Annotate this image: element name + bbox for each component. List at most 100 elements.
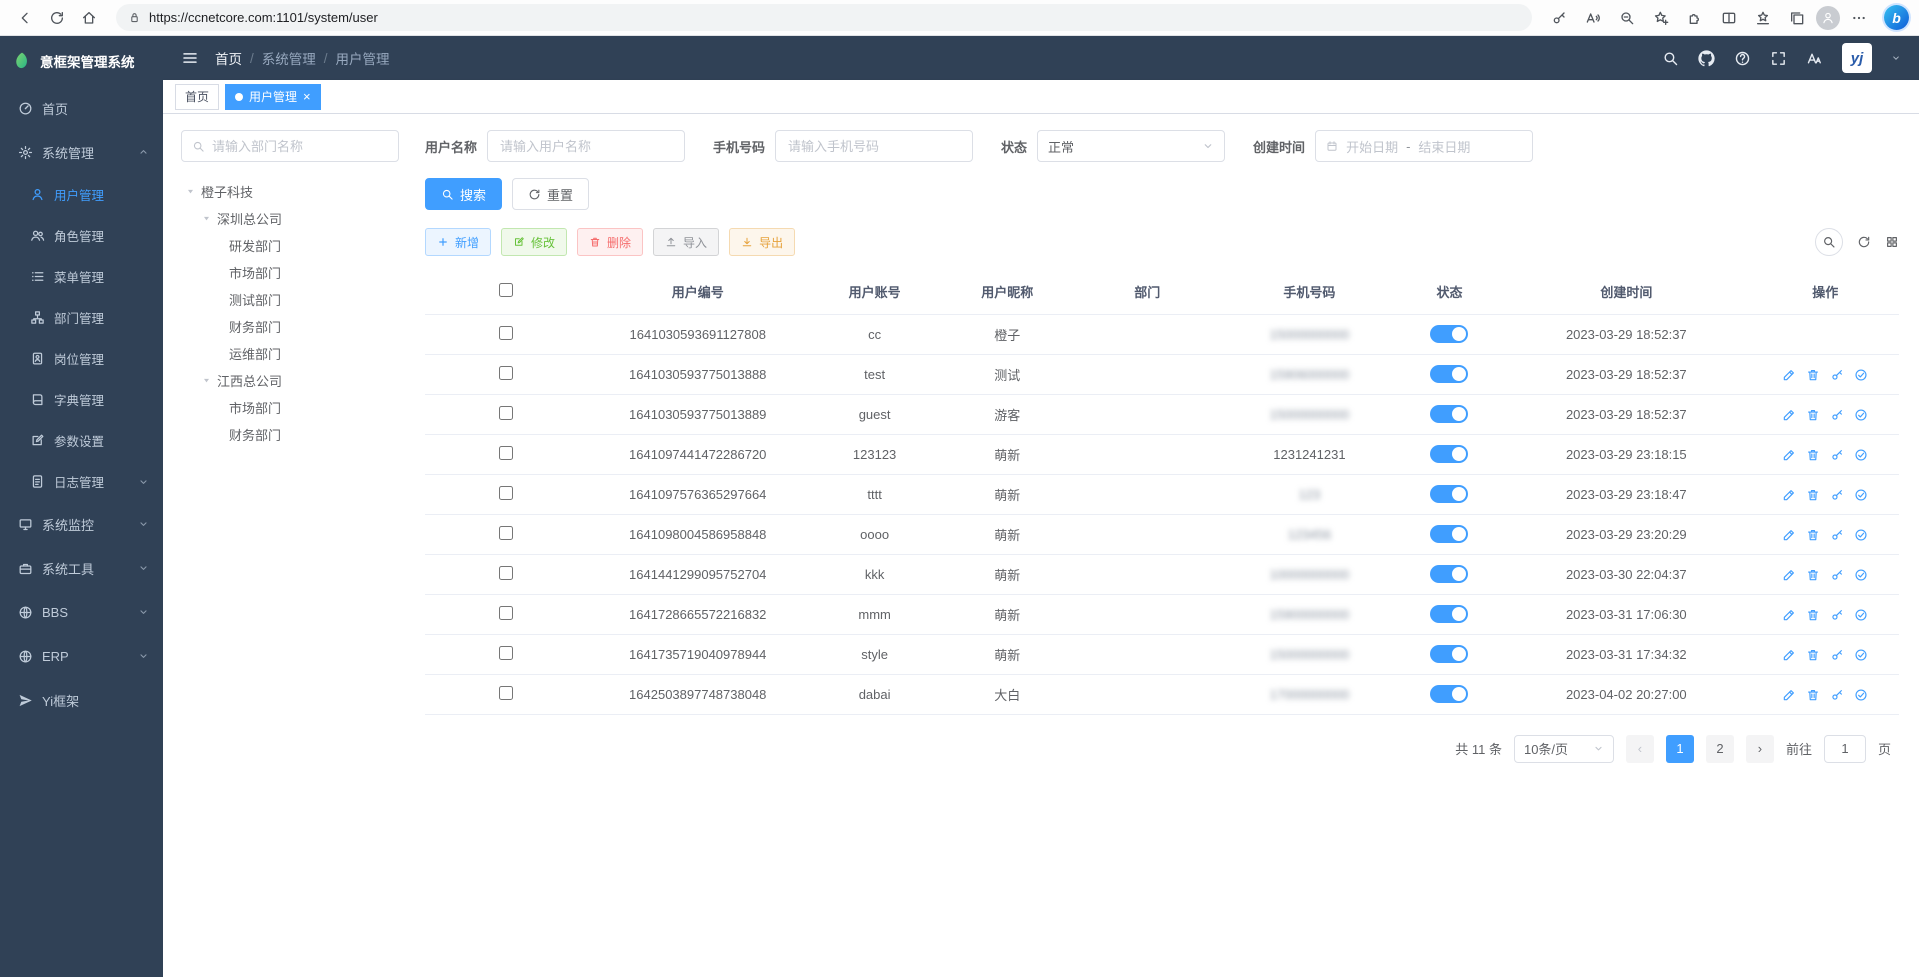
table-refresh-button[interactable] xyxy=(1857,235,1871,249)
edit-icon[interactable] xyxy=(1782,448,1796,462)
sidebar-group-bbs[interactable]: BBS xyxy=(0,590,163,634)
reset-password-icon[interactable] xyxy=(1830,448,1844,462)
browser-home-button[interactable] xyxy=(74,4,104,32)
status-toggle[interactable] xyxy=(1430,605,1468,623)
assign-role-icon[interactable] xyxy=(1854,368,1868,382)
avatar-caret-icon[interactable] xyxy=(1891,53,1901,63)
split-screen-icon[interactable] xyxy=(1714,4,1744,32)
select-all-checkbox[interactable] xyxy=(499,283,513,297)
sidebar-item-param-settings[interactable]: 参数设置 xyxy=(0,420,163,461)
page-size-select[interactable]: 10条/页 xyxy=(1514,735,1614,763)
table-row[interactable]: 1641097576365297664 tttt 萌新 123 2023-03-… xyxy=(425,474,1899,514)
caret-down-icon[interactable] xyxy=(201,213,212,224)
sidebar-group-system-tools[interactable]: 系统工具 xyxy=(0,546,163,590)
table-row[interactable]: 1642503897748738048 dabai 大白 17000000000… xyxy=(425,674,1899,714)
column-settings-button[interactable] xyxy=(1885,235,1899,249)
copilot-icon[interactable]: b xyxy=(1884,5,1909,30)
breadcrumb-system[interactable]: 系统管理 xyxy=(262,48,316,68)
tree-node-company[interactable]: 橙子科技 xyxy=(181,178,399,205)
row-checkbox[interactable] xyxy=(499,486,513,500)
edit-icon[interactable] xyxy=(1782,608,1796,622)
delete-icon[interactable] xyxy=(1806,528,1820,542)
prev-page-button[interactable]: ‹ xyxy=(1626,735,1654,763)
reset-password-icon[interactable] xyxy=(1830,488,1844,502)
table-row[interactable]: 1641030593775013889 guest 游客 15000000000… xyxy=(425,394,1899,434)
search-icon[interactable] xyxy=(1662,50,1679,67)
assign-role-icon[interactable] xyxy=(1854,408,1868,422)
edit-icon[interactable] xyxy=(1782,488,1796,502)
sidebar-group-erp[interactable]: ERP xyxy=(0,634,163,678)
reset-password-icon[interactable] xyxy=(1830,648,1844,662)
import-button[interactable]: 导入 xyxy=(653,228,719,256)
browser-profile-avatar[interactable] xyxy=(1816,6,1840,30)
row-checkbox[interactable] xyxy=(499,606,513,620)
table-row[interactable]: 1641098004586958848 oooo 萌新 123456 2023-… xyxy=(425,514,1899,554)
assign-role-icon[interactable] xyxy=(1854,568,1868,582)
assign-role-icon[interactable] xyxy=(1854,648,1868,662)
edit-icon[interactable] xyxy=(1782,368,1796,382)
delete-icon[interactable] xyxy=(1806,408,1820,422)
tree-node-dept[interactable]: 研发部门 xyxy=(181,232,399,259)
read-aloud-icon[interactable] xyxy=(1578,4,1608,32)
tree-node-dept[interactable]: 财务部门 xyxy=(181,421,399,448)
delete-icon[interactable] xyxy=(1806,568,1820,582)
sidebar-group-system-management[interactable]: 系统管理 xyxy=(0,130,163,174)
tree-node-dept[interactable]: 市场部门 xyxy=(181,394,399,421)
delete-icon[interactable] xyxy=(1806,608,1820,622)
sidebar-item-menu-management[interactable]: 菜单管理 xyxy=(0,256,163,297)
sidebar-group-log-management[interactable]: 日志管理 xyxy=(0,461,163,502)
delete-icon[interactable] xyxy=(1806,448,1820,462)
caret-down-icon[interactable] xyxy=(185,186,196,197)
tab-user-management[interactable]: 用户管理 × xyxy=(225,84,321,110)
row-checkbox[interactable] xyxy=(499,326,513,340)
dept-search-input[interactable] xyxy=(212,139,388,154)
edit-icon[interactable] xyxy=(1782,528,1796,542)
more-icon[interactable] xyxy=(1844,4,1874,32)
reset-password-icon[interactable] xyxy=(1830,608,1844,622)
edit-button[interactable]: 修改 xyxy=(501,228,567,256)
reset-password-icon[interactable] xyxy=(1830,408,1844,422)
sidebar-item-home[interactable]: 首页 xyxy=(0,86,163,130)
table-row[interactable]: 1641728665572216832 mmm 萌新 15900000000 2… xyxy=(425,594,1899,634)
status-toggle[interactable] xyxy=(1430,445,1468,463)
tree-node-dept[interactable]: 运维部门 xyxy=(181,340,399,367)
user-avatar[interactable]: yj xyxy=(1842,43,1872,73)
status-toggle[interactable] xyxy=(1430,565,1468,583)
next-page-button[interactable]: › xyxy=(1746,735,1774,763)
reset-button[interactable]: 重置 xyxy=(512,178,589,210)
date-range-picker[interactable]: 开始日期 - 结束日期 xyxy=(1315,130,1533,162)
row-checkbox[interactable] xyxy=(499,686,513,700)
sidebar-group-system-monitor[interactable]: 系统监控 xyxy=(0,502,163,546)
reset-password-icon[interactable] xyxy=(1830,688,1844,702)
sidebar-item-yi-framework[interactable]: Yi框架 xyxy=(0,678,163,722)
status-select[interactable]: 正常 xyxy=(1037,130,1225,162)
collections-icon[interactable] xyxy=(1782,4,1812,32)
assign-role-icon[interactable] xyxy=(1854,488,1868,502)
table-row[interactable]: 1641441299095752704 kkk 萌新 10000000000 2… xyxy=(425,554,1899,594)
key-icon[interactable] xyxy=(1544,4,1574,32)
edit-icon[interactable] xyxy=(1782,568,1796,582)
back-button[interactable] xyxy=(10,4,40,32)
search-button[interactable]: 搜索 xyxy=(425,178,502,210)
add-button[interactable]: 新增 xyxy=(425,228,491,256)
toggle-search-button[interactable] xyxy=(1815,228,1843,256)
status-toggle[interactable] xyxy=(1430,645,1468,663)
sidebar-item-role-management[interactable]: 角色管理 xyxy=(0,215,163,256)
page-button-1[interactable]: 1 xyxy=(1666,735,1694,763)
sidebar-item-dept-management[interactable]: 部门管理 xyxy=(0,297,163,338)
row-checkbox[interactable] xyxy=(499,566,513,580)
refresh-button[interactable] xyxy=(42,4,72,32)
status-toggle[interactable] xyxy=(1430,405,1468,423)
edit-icon[interactable] xyxy=(1782,648,1796,662)
page-button-2[interactable]: 2 xyxy=(1706,735,1734,763)
close-tab-icon[interactable]: × xyxy=(303,90,311,103)
row-checkbox[interactable] xyxy=(499,646,513,660)
edit-icon[interactable] xyxy=(1782,688,1796,702)
add-favorite-icon[interactable] xyxy=(1646,4,1676,32)
delete-icon[interactable] xyxy=(1806,368,1820,382)
favorites-bar-icon[interactable] xyxy=(1748,4,1778,32)
assign-role-icon[interactable] xyxy=(1854,528,1868,542)
phone-input[interactable] xyxy=(775,130,973,162)
status-toggle[interactable] xyxy=(1430,485,1468,503)
tree-node-dept[interactable]: 市场部门 xyxy=(181,259,399,286)
